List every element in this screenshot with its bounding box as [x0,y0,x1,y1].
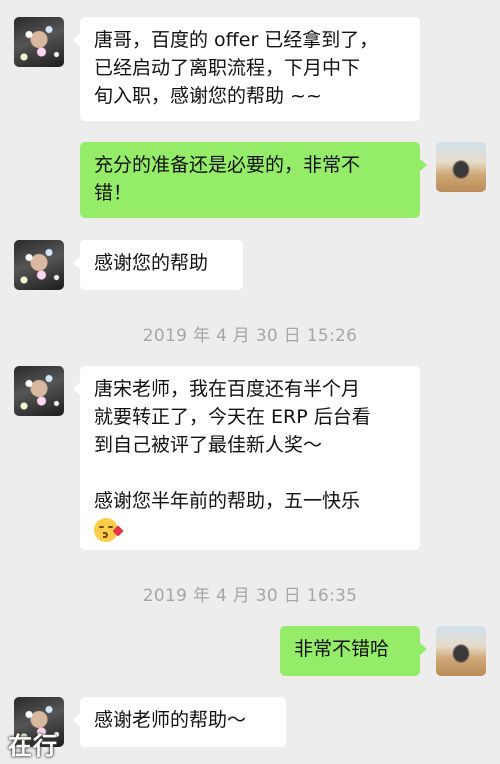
message-bubble-outgoing[interactable]: 非常不错哈 [280,626,427,676]
message-text: 已经启动了离职流程，下月中下 [94,57,361,79]
message-text: 唐宋老师，我在百度还有半个月 [94,378,361,400]
message-text: 感谢您的帮助 [94,252,209,274]
contact-avatar[interactable] [14,240,64,290]
message-bubble-incoming[interactable]: 唐宋老师，我在百度还有半个月 就要转正了，今天在 ERP 后台看 到自己被评了最… [73,366,420,550]
timestamp: 2019 年 4 月 30 日 15:26 [142,326,358,346]
message-text: 旬入职，感谢您的帮助 ~~ [94,85,322,107]
message-text: 就要转正了，今天在 ERP 后台看 [94,406,371,428]
message-bubble-outgoing[interactable]: 充分的准备还是必要的，非常不 错！ [80,142,427,218]
message-text: 非常不错哈 [294,638,390,660]
contact-avatar[interactable] [14,17,64,67]
message-text: 到自己被评了最佳新人奖～ [94,434,323,456]
emoji-line [94,515,406,543]
message-bubble-incoming[interactable]: 唐哥，百度的 offer 已经拿到了， 已经启动了离职流程，下月中下 旬入职，感… [73,17,420,121]
message-text: 错！ [94,182,133,204]
self-avatar[interactable] [436,142,486,192]
message-text: 充分的准备还是必要的，非常不 [94,154,361,176]
message-bubble-incoming[interactable]: 感谢老师的帮助～ [73,697,286,747]
watermark-text: 在行 [8,732,58,760]
message-bubble-incoming[interactable]: 感谢您的帮助 [73,240,243,290]
contact-avatar[interactable] [14,366,64,416]
self-avatar[interactable] [436,626,486,676]
timestamp: 2019 年 4 月 30 日 16:35 [142,586,358,606]
kissing-face-emoji-icon [94,517,124,542]
message-text: 唐哥，百度的 offer 已经拿到了， [94,29,379,51]
message-text: 感谢您半年前的帮助，五一快乐 [94,490,361,512]
message-text: 感谢老师的帮助～ [94,709,247,731]
